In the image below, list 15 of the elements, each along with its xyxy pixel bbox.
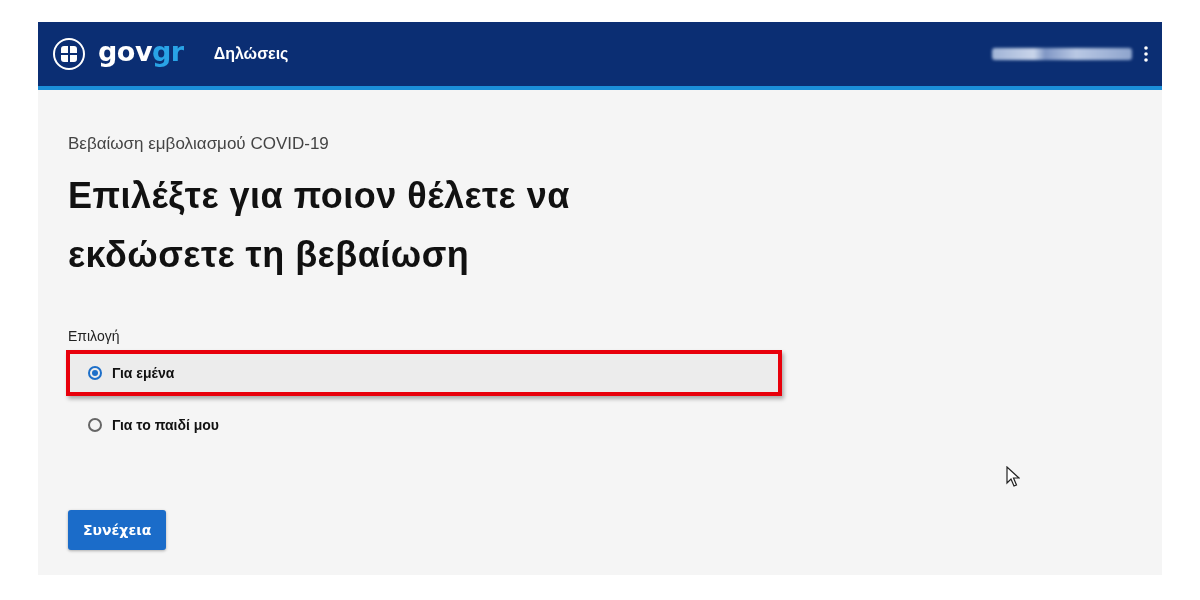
logo-wordmark[interactable]: govgr [98, 35, 184, 67]
emblem-icon [52, 37, 86, 71]
cursor-icon [1006, 466, 1020, 488]
nav-title[interactable]: Δηλώσεις [213, 45, 289, 63]
radio-icon[interactable] [88, 418, 102, 432]
radio-option[interactable]: Για το παιδί μου [66, 402, 782, 448]
option-label: Για εμένα [112, 365, 175, 381]
more-icon[interactable] [1144, 46, 1148, 62]
page-title: Επιλέξτε για ποιον θέλετε να εκδώσετε τη βεβαίωση [68, 174, 571, 277]
radio-icon[interactable] [88, 366, 102, 380]
radio-option[interactable]: Για εμένα [66, 350, 782, 396]
continue-button[interactable]: Συνέχεια [68, 510, 167, 550]
breadcrumb: Βεβαίωση εμβολιασμού COVID-19 [68, 134, 329, 154]
field-label: Επιλογή [68, 328, 120, 344]
option-label: Για το παιδί μου [112, 417, 219, 433]
